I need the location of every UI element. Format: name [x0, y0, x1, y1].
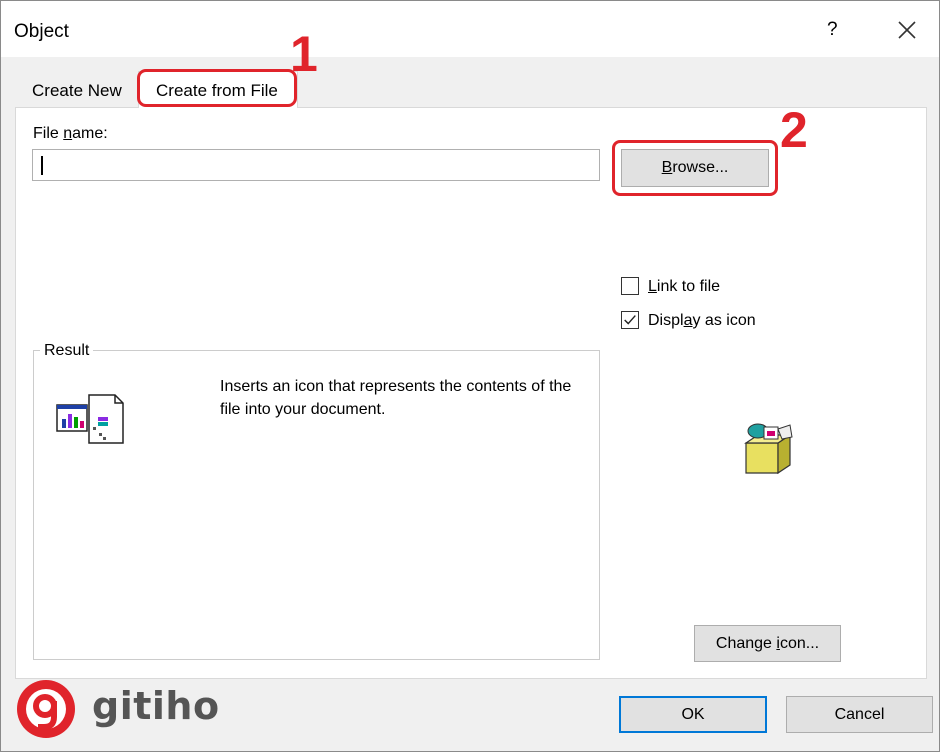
tab-create-from-file-label: Create from File [156, 81, 278, 100]
step-1-marker: 1 [290, 26, 318, 82]
watermark-text: gitiho [92, 684, 220, 728]
browse-button[interactable]: Browse... [621, 149, 769, 187]
close-icon[interactable] [898, 21, 916, 39]
display-as-icon-label[interactable]: Display as icon [648, 312, 756, 330]
ok-button[interactable]: OK [619, 696, 767, 733]
result-legend: Result [40, 342, 94, 360]
dialog-title: Object [14, 21, 69, 42]
checkmark-icon [624, 315, 636, 325]
cancel-button[interactable]: Cancel [786, 696, 933, 733]
help-button[interactable]: ? [827, 19, 838, 41]
step-2-marker: 2 [780, 102, 808, 158]
link-to-file-label[interactable]: Link to file [648, 278, 720, 296]
result-description: Inserts an icon that represents the cont… [220, 378, 572, 418]
file-name-label: File name: [33, 125, 108, 142]
gitiho-logo-icon [17, 680, 75, 738]
text-caret [41, 156, 43, 175]
tab-create-new[interactable]: Create New [32, 81, 122, 101]
package-icon [744, 423, 793, 475]
link-to-file-checkbox[interactable] [621, 277, 639, 295]
change-icon-button[interactable]: Change icon... [694, 625, 841, 662]
display-as-icon-checkbox[interactable] [621, 311, 639, 329]
tab-create-from-file[interactable]: Create from File [138, 71, 298, 108]
object-dialog: Object ? Create New Create from File 1 F… [0, 0, 940, 752]
document-object-icon [56, 394, 124, 444]
file-name-input[interactable] [32, 149, 600, 181]
title-bar: Object ? [1, 1, 939, 57]
